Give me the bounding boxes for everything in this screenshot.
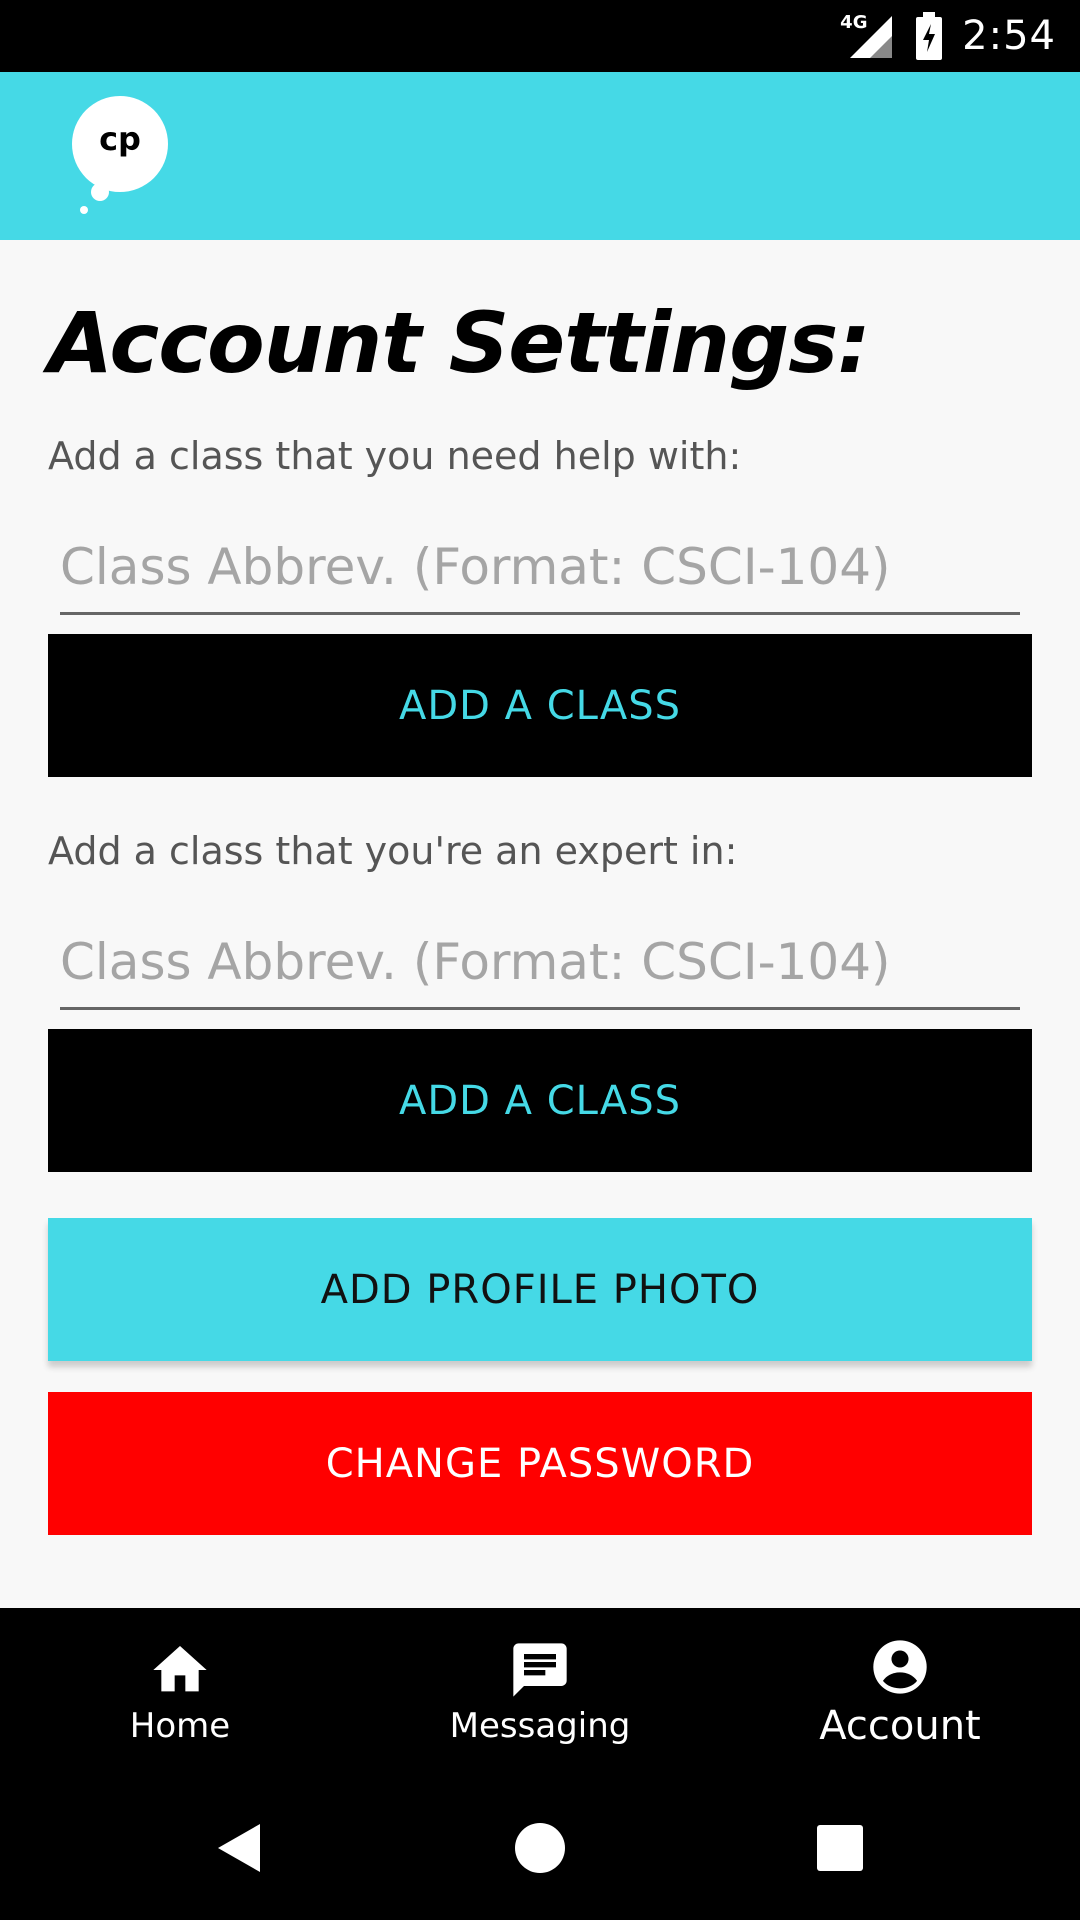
home-button-icon[interactable] xyxy=(512,1820,568,1876)
clock: 2:54 xyxy=(962,13,1056,59)
change-password-button[interactable]: CHANGE PASSWORD xyxy=(48,1392,1032,1535)
nav-label-account: Account xyxy=(819,1703,981,1749)
add-help-class-button[interactable]: ADD A CLASS xyxy=(48,634,1032,777)
nav-item-home[interactable]: Home xyxy=(0,1608,360,1776)
nav-label-home: Home xyxy=(129,1706,231,1746)
nav-item-messaging[interactable]: Messaging xyxy=(360,1608,720,1776)
account-icon xyxy=(873,1640,927,1694)
add-expert-class-button[interactable]: ADD A CLASS xyxy=(48,1029,1032,1172)
home-icon xyxy=(153,1646,207,1692)
expert-class-label: Add a class that you're an expert in: xyxy=(48,829,738,873)
back-icon[interactable] xyxy=(212,1820,268,1876)
status-bar: 4G 2:54 xyxy=(0,0,1080,72)
nav-label-messaging: Messaging xyxy=(449,1706,631,1746)
speech-bubble-icon xyxy=(72,96,168,214)
system-nav-bar xyxy=(0,1776,1080,1920)
page-title: Account Settings: xyxy=(48,294,871,392)
logo-text: cp xyxy=(99,120,141,158)
nav-item-account[interactable]: Account xyxy=(720,1608,1080,1776)
message-icon xyxy=(513,1643,567,1697)
app-logo[interactable]: cp xyxy=(70,96,180,220)
network-type: 4G xyxy=(840,12,868,33)
battery-charging-icon xyxy=(916,12,943,60)
status-icons: 4G 2:54 xyxy=(840,0,1056,72)
add-profile-photo-button[interactable]: ADD PROFILE PHOTO xyxy=(48,1218,1032,1361)
app-bar: cp xyxy=(0,72,1080,240)
help-class-label: Add a class that you need help with: xyxy=(48,434,742,478)
bottom-nav: Home Messaging Account xyxy=(0,1608,1080,1776)
recents-icon[interactable] xyxy=(812,1820,868,1876)
expert-class-input[interactable] xyxy=(60,917,1020,1010)
cell-signal-icon: 4G xyxy=(840,12,896,58)
help-class-input[interactable] xyxy=(60,522,1020,615)
